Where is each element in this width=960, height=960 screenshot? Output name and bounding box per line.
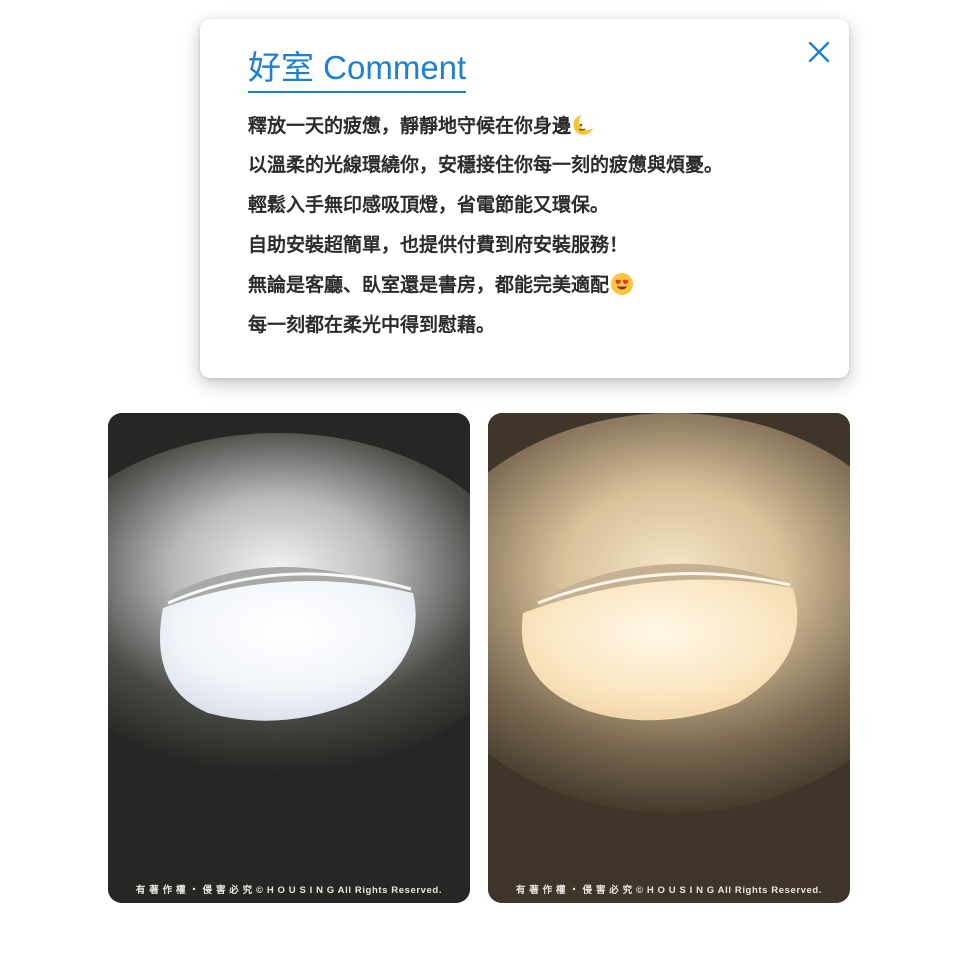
card-title: 好室 Comment <box>248 47 467 93</box>
ceiling-lamp-cool-image <box>108 413 470 903</box>
photo-warm-white-light: 有 著 作 權 ・ 侵 害 必 究 © H O U S I N G All Ri… <box>488 413 850 903</box>
ceiling-lamp-warm-image <box>488 413 850 903</box>
close-button[interactable] <box>806 39 832 65</box>
comment-card: 好室 Comment 釋放一天的疲憊，靜靜地守候在你身邊 以溫柔的光線環繞你，安… <box>200 19 849 378</box>
comment-line-4: 自助安裝超簡單，也提供付費到府安裝服務！ <box>248 234 629 256</box>
close-icon <box>808 41 830 63</box>
crescent-moon-face-icon <box>572 113 596 137</box>
copyright-text: 有 著 作 權 ・ 侵 害 必 究 © H O U S I N G All Ri… <box>135 885 443 896</box>
comment-line-6: 每一刻都在柔光中得到慰藉。 <box>248 314 496 336</box>
comment-line-3: 輕鬆入手無印感吸頂燈，省電節能又環保。 <box>248 194 610 216</box>
comment-line-1: 釋放一天的疲憊，靜靜地守候在你身邊 <box>248 113 596 139</box>
photo-cool-white-light: 有 著 作 權 ・ 侵 害 必 究 © H O U S I N G All Ri… <box>108 413 470 903</box>
comment-line-5-text: 無論是客廳、臥室還是書房，都能完美適配 <box>248 274 610 296</box>
comment-line-2: 以溫柔的光線環繞你，安穩接住你每一刻的疲憊與煩憂。 <box>248 154 724 176</box>
copyright-text: 有 著 作 權 ・ 侵 害 必 究 © H O U S I N G All Ri… <box>515 885 823 896</box>
heart-eyes-icon <box>610 272 634 296</box>
comment-line-5: 無論是客廳、臥室還是書房，都能完美適配 <box>248 272 634 298</box>
comment-line-1-text: 釋放一天的疲憊，靜靜地守候在你身邊 <box>248 115 572 137</box>
